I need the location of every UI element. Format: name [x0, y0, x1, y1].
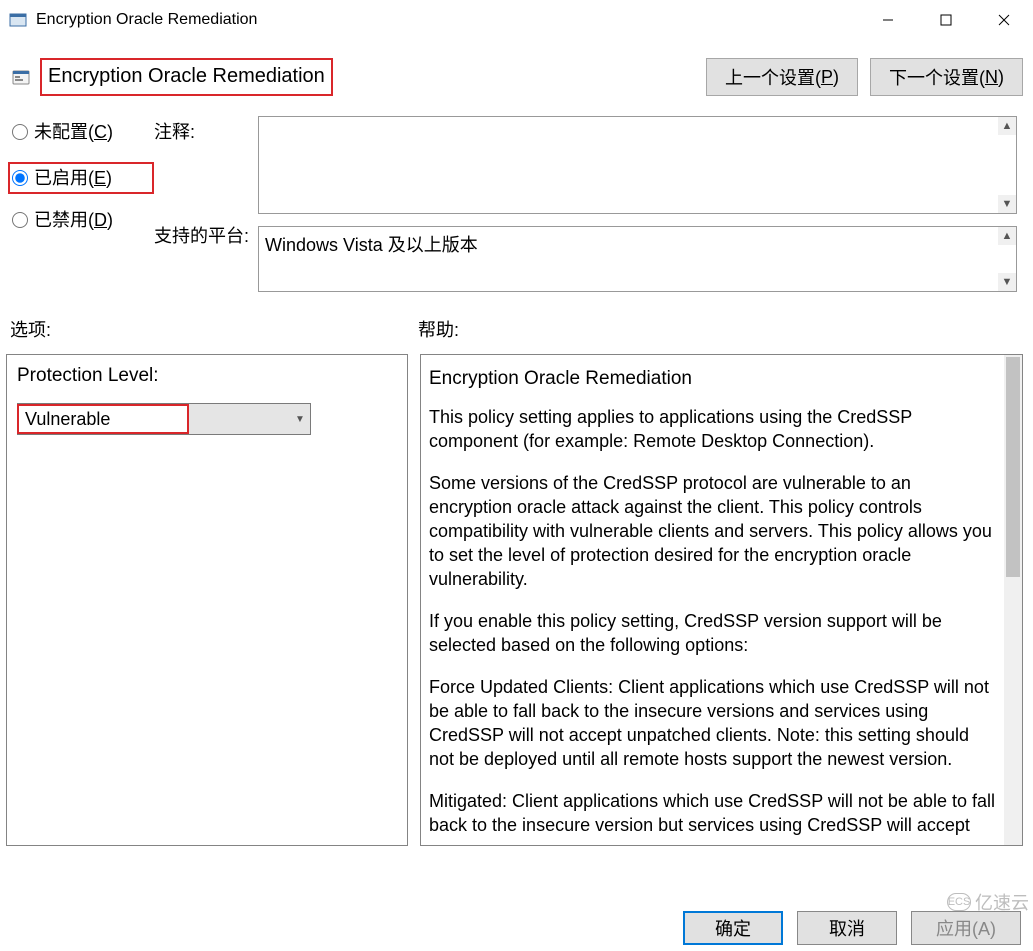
en-key: E [94, 168, 106, 188]
help-panel: Encryption Oracle Remediation This polic… [420, 354, 1023, 846]
dialog-buttons: 确定 取消 应用(A) [683, 911, 1021, 945]
prev-label-post: ) [833, 67, 839, 88]
nc-pre: 未配置( [34, 122, 94, 142]
minimize-button[interactable] [859, 0, 917, 40]
help-paragraph: If you enable this policy setting, CredS… [429, 609, 998, 657]
apply-button[interactable]: 应用(A) [911, 911, 1021, 945]
scroll-down-icon[interactable]: ▼ [998, 195, 1016, 213]
scrollbar-thumb[interactable] [1006, 357, 1020, 577]
radio-disabled-input[interactable] [12, 212, 28, 228]
dis-post: ) [107, 210, 113, 230]
next-setting-button[interactable]: 下一个设置(N) [870, 58, 1023, 96]
dis-pre: 已禁用( [34, 210, 94, 230]
policy-title: Encryption Oracle Remediation [40, 58, 333, 96]
help-paragraph: This policy setting applies to applicati… [429, 405, 998, 453]
chevron-down-icon[interactable]: ▼ [290, 404, 310, 434]
supported-platforms-field: Windows Vista 及以上版本 [258, 226, 1017, 292]
window-titlebar: Encryption Oracle Remediation [0, 0, 1033, 40]
field-inputs: ▲ ▼ Windows Vista 及以上版本 ▲ ▼ [258, 114, 1023, 292]
section-headers: 选项: 帮助: [0, 292, 1033, 350]
policy-icon [10, 66, 32, 88]
scroll-up-icon[interactable]: ▲ [998, 227, 1016, 245]
comment-field-wrap: ▲ ▼ [258, 116, 1017, 214]
help-header: 帮助: [418, 316, 1023, 342]
nc-key: C [94, 122, 107, 142]
prev-label-pre: 上一个设置( [725, 64, 821, 90]
dis-key: D [94, 210, 107, 230]
next-hotkey: N [985, 67, 998, 88]
comment-field[interactable] [258, 116, 1017, 214]
en-post: ) [106, 168, 112, 188]
previous-setting-button[interactable]: 上一个设置(P) [706, 58, 858, 96]
platform-label: 支持的平台: [154, 222, 258, 248]
protection-level-label: Protection Level: [17, 365, 397, 387]
en-pre: 已启用( [34, 168, 94, 188]
radio-not-configured[interactable]: 未配置(C) [12, 120, 154, 144]
comment-label: 注释: [154, 118, 258, 222]
watermark-icon: ECS [947, 893, 971, 911]
maximize-button[interactable] [917, 0, 975, 40]
app-icon [8, 10, 28, 30]
radio-enabled-input[interactable] [12, 170, 28, 186]
help-title: Encryption Oracle Remediation [429, 367, 998, 391]
policy-header: Encryption Oracle Remediation 上一个设置(P) 下… [0, 40, 1033, 108]
config-area: 未配置(C) 已启用(E) 已禁用(D) 注释: 支持的平台: ▲ ▼ Wind… [0, 108, 1033, 292]
help-paragraph: Mitigated: Client applications which use… [429, 789, 998, 837]
scroll-up-icon[interactable]: ▲ [998, 117, 1016, 135]
options-panel: Protection Level: Vulnerable ▼ [6, 354, 408, 846]
close-button[interactable] [975, 0, 1033, 40]
radio-disabled[interactable]: 已禁用(D) [12, 208, 154, 232]
next-label-pre: 下一个设置( [889, 64, 985, 90]
state-radio-group: 未配置(C) 已启用(E) 已禁用(D) [12, 114, 154, 292]
nc-post: ) [107, 122, 113, 142]
scroll-down-icon[interactable]: ▼ [998, 273, 1016, 291]
platform-field-wrap: Windows Vista 及以上版本 ▲ ▼ [258, 226, 1017, 292]
field-labels: 注释: 支持的平台: [154, 114, 258, 292]
radio-not-configured-input[interactable] [12, 124, 28, 140]
cancel-button[interactable]: 取消 [797, 911, 897, 945]
radio-enabled[interactable]: 已启用(E) [8, 162, 154, 194]
window-controls [859, 0, 1033, 40]
help-paragraph: Some versions of the CredSSP protocol ar… [429, 471, 998, 591]
protection-level-value: Vulnerable [17, 404, 189, 434]
ok-button[interactable]: 确定 [683, 911, 783, 945]
help-scrollbar[interactable] [1004, 355, 1022, 845]
options-header: 选项: [10, 316, 418, 342]
protection-level-dropdown[interactable]: Vulnerable ▼ [17, 403, 311, 435]
next-label-post: ) [998, 67, 1004, 88]
panels: Protection Level: Vulnerable ▼ Encryptio… [0, 350, 1033, 846]
window-title: Encryption Oracle Remediation [36, 11, 257, 29]
prev-hotkey: P [821, 67, 833, 88]
help-paragraph: Force Updated Clients: Client applicatio… [429, 675, 998, 771]
